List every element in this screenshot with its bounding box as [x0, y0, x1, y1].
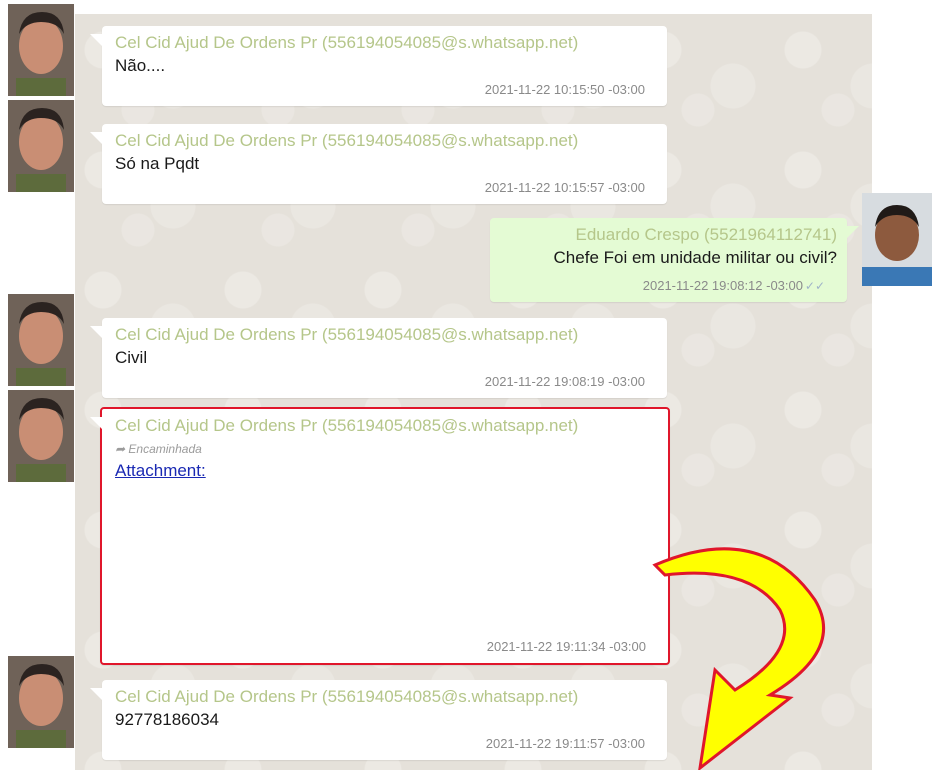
- attachment-link[interactable]: Attachment:: [115, 461, 206, 481]
- message-bubble[interactable]: Cel Cid Ajud De Ordens Pr (556194054085@…: [90, 680, 667, 760]
- message-bubble-outgoing[interactable]: Eduardo Crespo (5521964112741) Chefe Foi…: [490, 218, 859, 302]
- forward-arrow-icon: ➦: [115, 442, 126, 456]
- message-bubble-attachment[interactable]: Cel Cid Ajud De Ordens Pr (556194054085@…: [90, 407, 670, 665]
- sender-name: Cel Cid Ajud De Ordens Pr (556194054085@…: [115, 33, 579, 52]
- message-text: 92778186034: [115, 710, 220, 729]
- message-bubble[interactable]: Cel Cid Ajud De Ordens Pr (556194054085@…: [90, 26, 667, 106]
- forwarded-label: ➦ Encaminhada: [115, 442, 202, 456]
- message-text: Civil: [115, 348, 148, 367]
- double-check-icon: ✓✓: [804, 279, 825, 293]
- timestamp: 2021-11-22 19:08:12 -03:00: [642, 278, 803, 293]
- message-text: Não....: [115, 56, 166, 75]
- avatar[interactable]: [8, 100, 74, 192]
- timestamp: 2021-11-22 10:15:50 -03:00: [484, 82, 645, 97]
- sender-name: Cel Cid Ajud De Ordens Pr (556194054085@…: [115, 687, 579, 706]
- timestamp: 2021-11-22 10:15:57 -03:00: [484, 180, 645, 195]
- message-bubble[interactable]: Cel Cid Ajud De Ordens Pr (556194054085@…: [90, 318, 667, 398]
- sender-name: Cel Cid Ajud De Ordens Pr (556194054085@…: [115, 131, 579, 150]
- avatar[interactable]: [862, 193, 932, 286]
- message-text: Chefe Foi em unidade militar ou civil?: [553, 248, 837, 267]
- timestamp: 2021-11-22 19:11:57 -03:00: [485, 736, 645, 751]
- message-bubble[interactable]: Cel Cid Ajud De Ordens Pr (556194054085@…: [90, 124, 667, 204]
- avatar[interactable]: [8, 4, 74, 96]
- avatar[interactable]: [8, 656, 74, 748]
- timestamp: 2021-11-22 19:11:34 -03:00: [486, 639, 646, 654]
- sender-name: Cel Cid Ajud De Ordens Pr (556194054085@…: [115, 325, 579, 344]
- curved-yellow-arrow: [652, 547, 825, 770]
- avatar[interactable]: [8, 390, 74, 482]
- timestamp: 2021-11-22 19:08:19 -03:00: [484, 374, 645, 389]
- sender-name: Eduardo Crespo (5521964112741): [575, 225, 838, 244]
- message-text: Só na Pqdt: [115, 154, 200, 173]
- sender-name: Cel Cid Ajud De Ordens Pr (556194054085@…: [115, 416, 579, 435]
- avatar[interactable]: [8, 294, 74, 386]
